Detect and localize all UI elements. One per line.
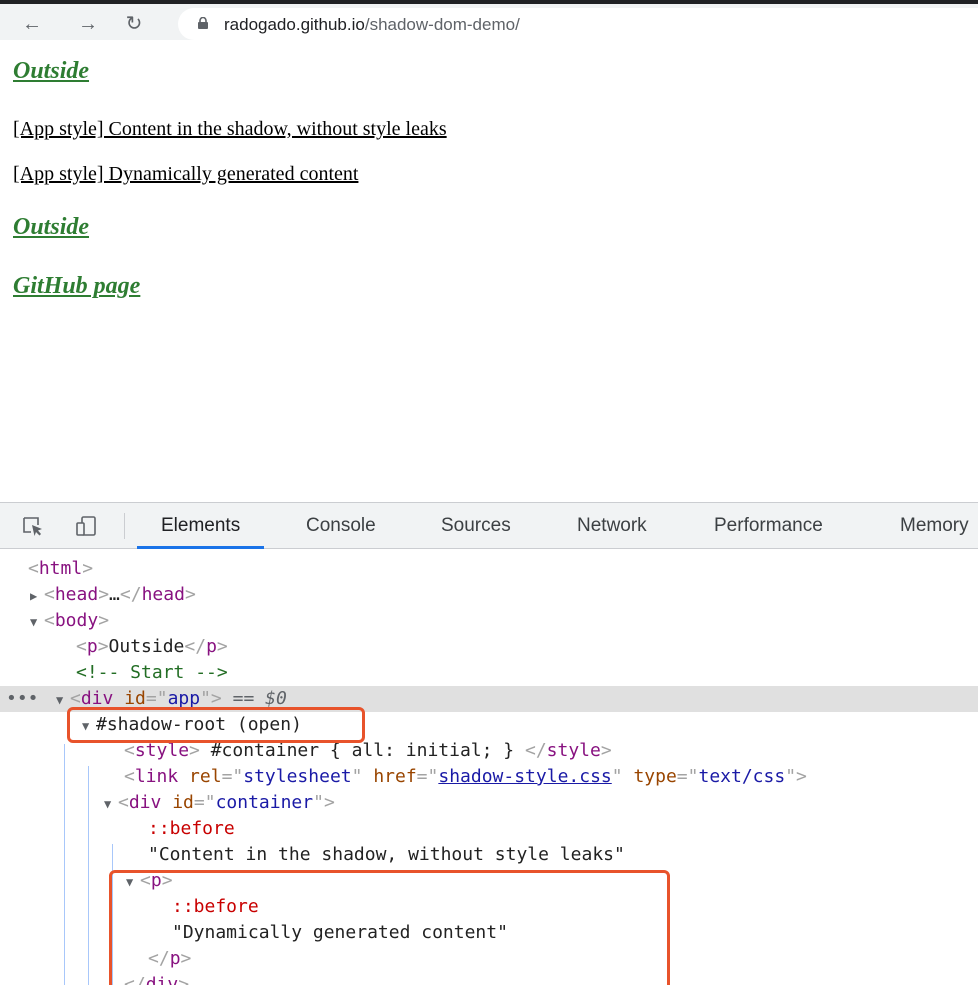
- tab-elements[interactable]: Elements: [136, 503, 265, 549]
- outside-heading-2[interactable]: Outside: [13, 214, 89, 241]
- tab-memory[interactable]: Memory: [900, 503, 969, 549]
- tab-performance[interactable]: Performance: [714, 503, 823, 549]
- tree-node-link[interactable]: <link rel="stylesheet" href="shadow-styl…: [0, 764, 978, 790]
- url-host: radogado.github.io: [224, 15, 365, 34]
- tab-sources[interactable]: Sources: [441, 503, 511, 549]
- expand-triangle-icon[interactable]: ▶: [30, 583, 44, 609]
- outside-heading-1[interactable]: Outside: [13, 58, 89, 85]
- tab-console[interactable]: Console: [306, 503, 376, 549]
- url-path: /shadow-dom-demo/: [364, 15, 520, 34]
- tree-node-p-outside[interactable]: <p>Outside</p>: [0, 634, 978, 660]
- stylesheet-link[interactable]: shadow-style.css: [438, 766, 611, 787]
- tab-network[interactable]: Network: [577, 503, 647, 549]
- tree-node-body[interactable]: ▼ <body>: [0, 608, 978, 634]
- browser-toolbar: ← → ↻ radogado.github.io/shadow-dom-demo…: [0, 0, 978, 40]
- tree-node-html[interactable]: <html>: [0, 556, 978, 582]
- devtools-tab-bar: Elements Console Sources Network Perform…: [0, 503, 978, 549]
- app-style-line-2[interactable]: [App style] Dynamically generated conten…: [13, 163, 358, 186]
- address-bar[interactable]: radogado.github.io/shadow-dom-demo/: [178, 8, 978, 40]
- shadow-root-highlight-box: [67, 707, 365, 743]
- url-text: radogado.github.io/shadow-dom-demo/: [224, 15, 520, 35]
- collapse-triangle-icon[interactable]: ▼: [104, 791, 118, 817]
- inspect-element-icon[interactable]: [22, 515, 44, 537]
- more-actions-icon[interactable]: •••: [6, 686, 39, 712]
- tree-node-head[interactable]: ▶ <head>…</head>: [0, 582, 978, 608]
- forward-icon[interactable]: →: [74, 10, 102, 38]
- selected-node-marker: == $0: [232, 688, 287, 709]
- lock-icon: [198, 17, 208, 29]
- back-icon[interactable]: ←: [18, 10, 46, 38]
- tree-node-div-container[interactable]: ▼ <div id="container">: [0, 790, 978, 816]
- devtools-panel: Elements Console Sources Network Perform…: [0, 502, 978, 985]
- toolbar-divider: [124, 513, 125, 539]
- github-page-link[interactable]: GitHub page: [13, 273, 140, 300]
- tree-node-text-content[interactable]: "Content in the shadow, without style le…: [0, 842, 978, 868]
- app-style-line-1[interactable]: [App style] Content in the shadow, witho…: [13, 118, 447, 141]
- tree-node-before[interactable]: ::before: [0, 816, 978, 842]
- dom-tree: <html> ▶ <head>…</head> ▼ <body> <p>Outsid…: [0, 550, 978, 985]
- collapse-triangle-icon[interactable]: ▼: [30, 609, 44, 635]
- tree-node-comment[interactable]: <!-- Start -->: [0, 660, 978, 686]
- p-element-highlight-box: [109, 870, 670, 985]
- reload-icon[interactable]: ↻: [120, 10, 148, 38]
- device-toolbar-icon[interactable]: [76, 515, 98, 537]
